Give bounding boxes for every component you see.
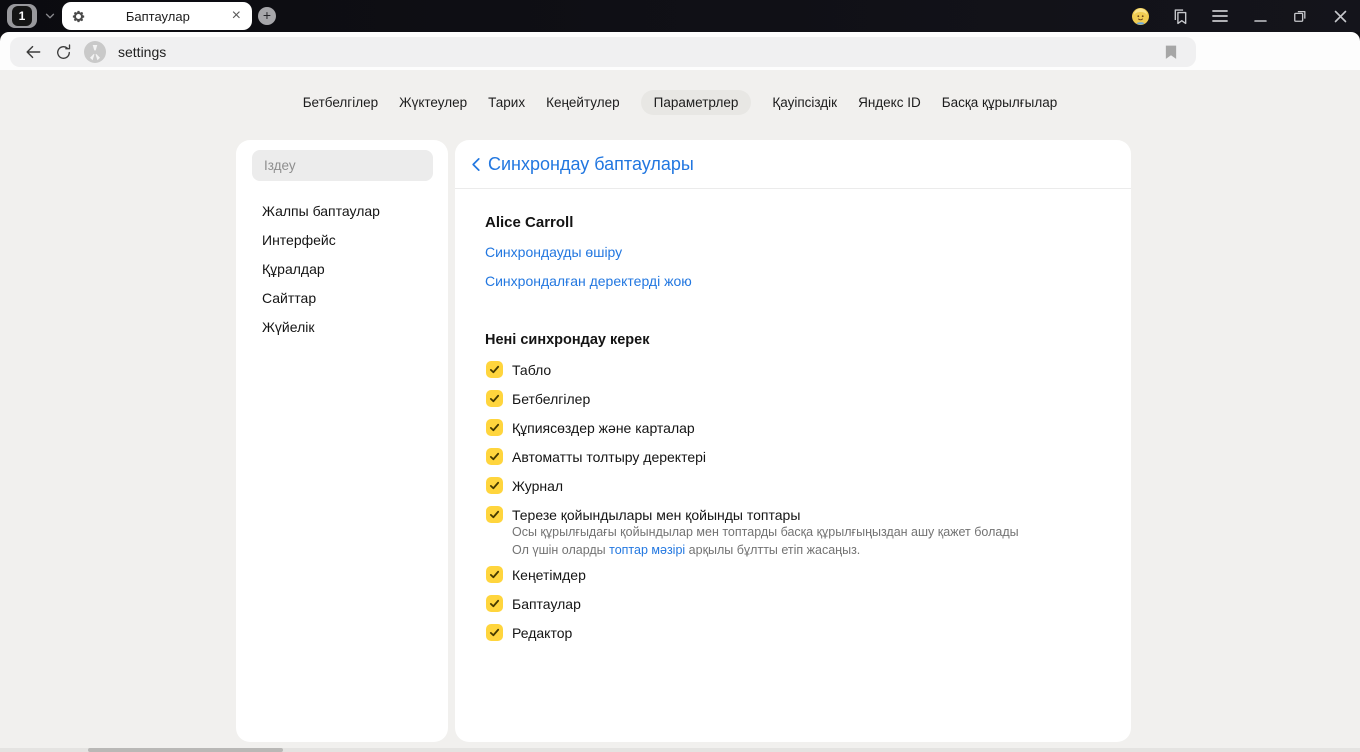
site-icon[interactable] — [84, 41, 106, 63]
browser-tab-settings[interactable]: Баптаулар × — [62, 2, 252, 30]
nav-tab-other-devices[interactable]: Басқа құрылғылар — [942, 90, 1058, 115]
reload-button[interactable] — [48, 37, 78, 67]
description-line2: Ол үшін оларды топтар мәзірі арқылы бұлт… — [512, 542, 861, 557]
address-bar[interactable]: settings — [10, 37, 1196, 67]
back-button[interactable] — [18, 37, 48, 67]
window-minimize-button[interactable] — [1240, 0, 1280, 32]
checkbox-checked-icon[interactable] — [486, 361, 503, 378]
nav-tab-security[interactable]: Қауіпсіздік — [772, 90, 837, 115]
checkbox-checked-icon[interactable] — [486, 390, 503, 407]
checkbox-checked-icon[interactable] — [486, 624, 503, 641]
settings-nav: Бетбелгілер Жүктеулер Тарих Кеңейтулер П… — [0, 90, 1360, 115]
delete-synced-data-link[interactable]: Синхрондалған деректерді жою — [485, 273, 692, 289]
new-tab-button[interactable]: + — [258, 7, 276, 25]
nav-tab-bookmarks[interactable]: Бетбелгілер — [303, 90, 378, 115]
tab-count-badge: 1 — [12, 6, 32, 26]
sync-item-extensions[interactable]: Кеңетімдер — [486, 566, 586, 583]
sync-tabs-description: Осы құрылғыдағы қойындылар мен топтарды … — [512, 524, 1092, 559]
checkbox-checked-icon[interactable] — [486, 595, 503, 612]
settings-page: Бетбелгілер Жүктеулер Тарих Кеңейтулер П… — [0, 70, 1360, 752]
scrollbar-thumb[interactable] — [88, 748, 283, 752]
profile-avatar[interactable] — [1120, 0, 1160, 32]
sidebar-item-tools[interactable]: Құралдар — [236, 255, 448, 284]
restore-icon — [1294, 10, 1306, 22]
sidebar-item-general[interactable]: Жалпы баптаулар — [236, 197, 448, 226]
sync-item-bookmarks[interactable]: Бетбелгілер — [486, 390, 590, 407]
chevron-left-icon — [472, 158, 480, 171]
browser-menu-button[interactable] — [1200, 0, 1240, 32]
sidebar-item-system[interactable]: Жүйелік — [236, 313, 448, 342]
close-icon — [1334, 10, 1346, 22]
settings-sidebar: Жалпы баптаулар Интерфейс Құралдар Сайтт… — [236, 140, 448, 742]
horizontal-scrollbar[interactable] — [0, 748, 1360, 752]
sidebar-item-sites[interactable]: Сайттар — [236, 284, 448, 313]
yandex-badge-icon — [84, 41, 106, 63]
sync-item-history[interactable]: Журнал — [486, 477, 563, 494]
sync-settings-panel: Синхрондау баптаулары Alice Carroll Синх… — [455, 140, 1131, 742]
titlebar: 1 Баптаулар × + — [0, 0, 1360, 32]
window-restore-button[interactable] — [1280, 0, 1320, 32]
checkbox-checked-icon[interactable] — [486, 506, 503, 523]
toolbar: settings Баптаулар ⋮ — [0, 32, 1360, 94]
sidebar-item-interface[interactable]: Интерфейс — [236, 226, 448, 255]
avatar-icon — [1131, 7, 1149, 25]
nav-tab-yandex-id[interactable]: Яндекс ID — [858, 90, 921, 115]
chevron-down-icon — [45, 13, 55, 19]
groups-menu-link[interactable]: топтар мәзірі — [609, 543, 685, 557]
hamburger-menu-icon — [1212, 10, 1228, 22]
sync-item-autofill[interactable]: Автоматты толтыру деректері — [486, 448, 706, 465]
collections-bookmarks-icon — [1174, 8, 1186, 24]
back-to-settings-heading[interactable]: Синхрондау баптаулары — [470, 154, 694, 175]
browser-window: 1 Баптаулар × + settings Бетбелгілер Жүк… — [0, 0, 1360, 752]
window-close-button[interactable] — [1320, 0, 1360, 32]
tab-list-chevron-button[interactable] — [38, 4, 62, 28]
tab-close-icon[interactable]: × — [230, 8, 243, 24]
checkbox-checked-icon[interactable] — [486, 477, 503, 494]
sidebar-list: Жалпы баптаулар Интерфейс Құралдар Сайтт… — [236, 197, 448, 342]
checkbox-checked-icon[interactable] — [486, 419, 503, 436]
sync-item-editor[interactable]: Редактор — [486, 624, 572, 641]
tab-title: Баптаулар — [125, 8, 190, 24]
heading-divider — [455, 188, 1131, 189]
sync-section-title: Нені синхрондау керек — [485, 332, 650, 348]
checkbox-checked-icon[interactable] — [486, 448, 503, 465]
settings-gear-icon — [72, 10, 85, 22]
sync-item-tabs-groups[interactable]: Терезе қойындылары мен қойынды топтары — [486, 506, 800, 523]
reload-icon — [56, 43, 70, 59]
nav-tab-history[interactable]: Тарих — [488, 90, 525, 115]
checkbox-checked-icon[interactable] — [486, 566, 503, 583]
side-panels-button[interactable] — [1160, 0, 1200, 32]
titlebar-right-controls — [1120, 0, 1360, 32]
minimize-icon — [1253, 19, 1267, 22]
disable-sync-link[interactable]: Синхрондауды өшіру — [485, 244, 622, 260]
search-input[interactable] — [252, 150, 433, 181]
description-line1: Осы құрылғыдағы қойындылар мен топтарды … — [512, 525, 1019, 539]
nav-tab-settings[interactable]: Параметрлер — [640, 90, 752, 115]
url-text: settings — [118, 44, 167, 60]
back-arrow-icon — [26, 45, 41, 59]
sync-item-settings[interactable]: Баптаулар — [486, 595, 581, 612]
account-name: Alice Carroll — [485, 214, 574, 231]
nav-tab-extensions[interactable]: Кеңейтулер — [546, 90, 620, 115]
sync-item-tableau[interactable]: Табло — [486, 361, 551, 378]
sync-item-passwords-cards[interactable]: Құпиясөздер және карталар — [486, 419, 695, 436]
tab-counter-button[interactable]: 1 — [7, 4, 37, 28]
bookmark-page-button[interactable] — [1156, 41, 1186, 63]
nav-tab-downloads[interactable]: Жүктеулер — [399, 90, 467, 115]
bookmark-flag-icon — [1165, 45, 1177, 59]
panel-heading: Синхрондау баптаулары — [488, 154, 694, 174]
